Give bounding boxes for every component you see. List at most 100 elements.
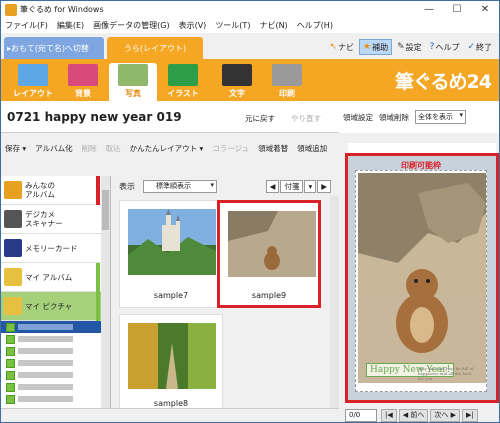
zoom-select[interactable]: 全体を表示 — [415, 110, 466, 124]
menu-help[interactable]: ヘルプ(H) — [297, 20, 333, 31]
thumbnail-scrollbar[interactable] — [330, 196, 339, 408]
ribbon-label: 背景 — [75, 89, 91, 98]
squirrel-preview-photo[interactable] — [358, 173, 486, 383]
message-text-box[interactable]: May the new year be full of happiness an… — [418, 366, 478, 381]
subfolder-item[interactable] — [1, 321, 102, 333]
scroll-thumb[interactable] — [102, 190, 109, 230]
next-page-button[interactable]: 次へ ▶ — [430, 408, 460, 422]
ribbon-printer-button[interactable]: 印刷 — [263, 63, 311, 101]
printable-area[interactable]: 印刷可能枠 Happy New Year! May the new year b… — [355, 161, 487, 392]
category-label: デジカメ スキャナー — [25, 210, 63, 228]
subfolder-item[interactable] — [1, 381, 102, 393]
category-panel: みんなの アルバムデジカメ スキャナーメモリーカード マイ アルバムマイ ピクチャ — [1, 176, 111, 422]
folder-icon — [6, 370, 15, 380]
side-switch-bar: ▸おもて(宛て名)へ切替 うら(レイアウト) ↖ ナビ ★ 補助 ✎ 設定? ヘルプ ✓ 終了 — [1, 33, 499, 59]
layout-icon — [18, 64, 48, 86]
toolbar-star-button[interactable]: ★ 補助 — [359, 39, 393, 55]
folder-icon — [6, 358, 15, 368]
ribbon-label: レイアウト — [13, 89, 53, 98]
category-label: マイ ピクチャ — [25, 301, 73, 311]
memory-card-icon — [4, 239, 22, 257]
tool-button[interactable]: 保存 ▾ — [5, 143, 26, 154]
ribbon-layout-button[interactable]: レイアウト — [9, 63, 57, 101]
toolbar-pointer-button[interactable]: ↖ ナビ — [327, 39, 358, 55]
ribbon-illustration-button[interactable]: イラスト — [159, 63, 207, 101]
thumbnail-card[interactable]: sample7 — [119, 200, 223, 308]
menu-image-data[interactable]: 画像データの管理(G) — [93, 20, 169, 31]
subfolder-item[interactable] — [1, 333, 102, 345]
menu-navi[interactable]: ナビ(N) — [259, 20, 287, 31]
tool-button[interactable]: 削除 — [82, 143, 97, 154]
toolbar-button-label: ヘルプ — [435, 42, 460, 52]
toolbar-question-button[interactable]: ? ヘルプ — [427, 39, 463, 55]
redo-button[interactable]: やり直す — [291, 113, 321, 124]
category-item[interactable]: マイ ピクチャ — [1, 292, 110, 321]
tool-button[interactable]: 取込 — [106, 143, 121, 154]
toolbar-wrench-button[interactable]: ✎ 設定 — [394, 39, 425, 55]
left-status-bar — [1, 408, 339, 422]
tool-button[interactable]: コラージュ — [212, 143, 249, 154]
category-scrollbar[interactable] — [101, 176, 110, 422]
sticky-note-button[interactable]: 付箋 — [280, 180, 304, 193]
prev-sort-button[interactable]: ◀ — [265, 180, 280, 193]
menu-bar: ファイル(F) 編集(E) 画像データの管理(G) 表示(V) ツール(T) ナ… — [1, 18, 499, 33]
subfolder-item[interactable] — [1, 369, 102, 381]
ribbon-label: 印刷 — [279, 89, 295, 98]
subfolder-name — [18, 336, 73, 342]
tool-button[interactable]: かんたんレイアウト ▾ — [130, 143, 204, 154]
ribbon-photo-button[interactable]: 写真 — [109, 63, 157, 101]
maximize-button[interactable]: ☐ — [443, 1, 471, 18]
shared-album-icon — [4, 181, 22, 199]
thumbnail-card[interactable]: sample8 — [119, 314, 223, 422]
toolbar-check-button[interactable]: ✓ 終了 — [464, 39, 495, 55]
tool-button[interactable]: アルバム化 — [35, 143, 72, 154]
ribbon-background-button[interactable]: 背景 — [59, 63, 107, 101]
thumbnail-caption: sample7 — [153, 291, 189, 300]
category-color-tab — [96, 292, 100, 321]
subfolder-item[interactable] — [1, 345, 102, 357]
ribbon-label: イラスト — [167, 89, 199, 98]
tool-button[interactable]: 領域着替 — [258, 143, 288, 154]
category-item[interactable]: みんなの アルバム — [1, 176, 110, 205]
thumbnail-panel: 表示 標準順表示 ◀ 付箋 ▾ ▶ sample7 — [111, 176, 339, 422]
subfolder-item[interactable] — [1, 393, 102, 405]
region-settings-button[interactable]: 領域設定 — [343, 112, 373, 123]
thumbnail-caption: sample8 — [153, 399, 189, 408]
check-icon: ✓ — [467, 42, 475, 52]
page-number: 0/0 — [345, 408, 377, 422]
thumbnail-card-selected[interactable]: sample9 — [217, 200, 321, 308]
prev-page-button[interactable]: ◀ 前へ — [398, 408, 429, 422]
back-layout-tab[interactable]: うら(レイアウト) — [107, 37, 203, 59]
undo-button[interactable]: 元に戻す — [245, 113, 275, 124]
minimize-button[interactable]: — — [415, 1, 443, 18]
menu-view[interactable]: 表示(V) — [179, 20, 207, 31]
view-mode-select[interactable]: 標準順表示 — [143, 180, 217, 193]
my-album-icon — [4, 268, 22, 286]
category-item[interactable]: マイ アルバム — [1, 263, 110, 292]
category-item[interactable]: デジカメ スキャナー — [1, 205, 110, 234]
card-preview[interactable]: 印刷可能枠 Happy New Year! May the new year b… — [345, 143, 499, 403]
castle-photo — [128, 209, 216, 275]
menu-edit[interactable]: 編集(E) — [57, 20, 84, 31]
question-icon: ? — [429, 42, 435, 52]
wrench-icon: ✎ — [397, 42, 405, 52]
ribbon-text-button[interactable]: 文字 — [213, 63, 261, 101]
tool-button[interactable]: 領域追加 — [297, 143, 327, 154]
illustration-icon — [168, 64, 198, 86]
switch-to-front-tab[interactable]: ▸おもて(宛て名)へ切替 — [4, 37, 104, 59]
next-sort-button[interactable]: ▶ — [317, 180, 331, 193]
subfolder-list — [1, 321, 102, 405]
category-item[interactable]: メモリーカード — [1, 234, 110, 263]
menu-tools[interactable]: ツール(T) — [215, 20, 250, 31]
page-navigation: 0/0 |◀ ◀ 前へ 次へ ▶ ▶| — [339, 406, 499, 422]
my-pictures-icon — [4, 297, 22, 315]
sort-dropdown[interactable]: ▾ — [304, 180, 317, 193]
subfolder-item[interactable] — [1, 357, 102, 369]
first-page-button[interactable]: |◀ — [381, 408, 397, 422]
close-button[interactable]: ✕ — [471, 1, 499, 18]
menu-file[interactable]: ファイル(F) — [5, 20, 48, 31]
folder-icon — [6, 382, 15, 392]
region-delete-button[interactable]: 領域削除 — [379, 112, 409, 123]
folder-icon — [6, 322, 15, 332]
last-page-button[interactable]: ▶| — [461, 408, 478, 422]
